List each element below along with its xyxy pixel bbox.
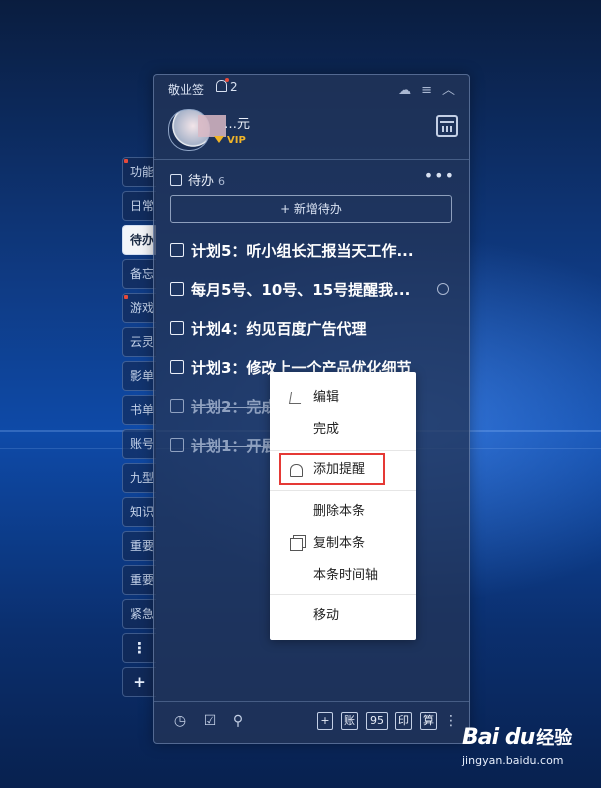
cloud-sync-icon[interactable]: ☁	[398, 83, 411, 98]
todo-item[interactable]: 计划5：听小组长汇报当天工作...	[170, 240, 455, 266]
todo-item[interactable]: 计划4：约见百度广告代理	[170, 318, 455, 344]
todo-item[interactable]: 每月5号、10号、15号提醒我...	[170, 279, 455, 305]
menu-separator	[270, 490, 416, 491]
side-tab[interactable]: 书单	[122, 395, 156, 425]
vip-badge: VIP	[214, 135, 246, 146]
section-count: 6	[218, 175, 226, 188]
side-tab-label: 备忘	[130, 267, 155, 281]
checkbox[interactable]	[170, 282, 184, 296]
side-tab[interactable]: 游戏	[122, 293, 156, 323]
side-tab[interactable]: 日常	[122, 191, 156, 221]
menu-item-timeline[interactable]: 本条时间轴	[270, 562, 416, 590]
menu-separator	[270, 594, 416, 595]
side-tab-label: 待办	[130, 233, 155, 247]
highlight-box	[279, 453, 385, 485]
menu-item-move[interactable]: 移动	[270, 602, 416, 630]
notification-indicator[interactable]: 2	[216, 78, 238, 94]
baidu-jingyan-watermark: Bai du 经验 jingyan.baidu.com	[462, 724, 573, 767]
edit-icon	[288, 392, 304, 404]
checkbox[interactable]	[170, 321, 184, 335]
side-tab-label: 游戏	[130, 301, 155, 315]
side-tab-label: 账号	[130, 437, 155, 451]
unread-dot	[124, 159, 128, 163]
menu-item-copy[interactable]: 复制本条	[270, 530, 416, 558]
checkbox-icon	[170, 174, 182, 186]
side-tab[interactable]: 紧急	[122, 599, 156, 629]
app-name: 敬业签	[168, 83, 205, 97]
more-tabs-button[interactable]: ⋮	[122, 633, 156, 663]
menu-item-complete[interactable]: 完成	[270, 416, 416, 444]
side-tab[interactable]: 重要	[122, 565, 156, 595]
bell-icon	[216, 78, 229, 92]
number-button[interactable]: 95	[366, 712, 388, 730]
clock-icon[interactable]: ◷	[172, 713, 188, 729]
side-tab-label: 影单	[130, 369, 155, 383]
checkbox[interactable]	[170, 243, 184, 257]
side-tab[interactable]: 影单	[122, 361, 156, 391]
add-tab-button[interactable]: +	[122, 667, 156, 697]
todo-text: 计划5：听小组长汇报当天工作...	[191, 242, 414, 260]
notification-count: 2	[230, 80, 238, 94]
add-button[interactable]: +	[317, 712, 333, 730]
side-tab[interactable]: 知识	[122, 497, 156, 527]
todo-text: 每月5号、10号、15号提醒我...	[191, 281, 411, 299]
copy-icon	[290, 538, 303, 551]
user-profile: …元 VIP	[168, 107, 458, 155]
side-tab[interactable]: 重要	[122, 531, 156, 561]
side-tab-label: 紧急	[130, 607, 155, 621]
todo-text: 计划4：约见百度广告代理	[191, 320, 367, 338]
side-tab-label: 书单	[130, 403, 155, 417]
baidu-logo: Bai du	[462, 725, 535, 750]
menu-item-edit[interactable]: 编辑	[270, 384, 416, 412]
blurred-name-mask	[198, 115, 226, 137]
side-tab-bar: 功能 日常 待办 备忘 游戏 云灵 影单 书单 账号 九型 知识 重要 重要 紧急 ⋮ +	[122, 157, 156, 701]
side-tab-label: 知识	[130, 505, 155, 519]
side-tab-label: 九型	[130, 471, 155, 485]
add-todo-button[interactable]: + 新增待办	[170, 195, 452, 223]
calendar-icon[interactable]	[436, 115, 458, 137]
checkbox[interactable]	[170, 360, 184, 374]
side-tab[interactable]: 待办	[122, 225, 156, 255]
title-bar[interactable]: 敬业签 2 ☁ ≡ ︿	[154, 75, 469, 101]
bottom-toolbar: ◷ ☑ ⚲ + 账 95 印 算 ⋮	[154, 705, 469, 741]
section-header: 待办 6 •••	[170, 166, 455, 189]
account-button[interactable]: 账	[341, 712, 358, 730]
reminder-clock-icon	[437, 283, 449, 295]
user-name: …元	[224, 117, 251, 132]
collapse-icon[interactable]: ︿	[442, 83, 455, 98]
todo-text: 计划2：完成	[191, 398, 277, 416]
watermark-url: jingyan.baidu.com	[462, 754, 564, 767]
side-tab[interactable]: 云灵	[122, 327, 156, 357]
section-title: 待办	[188, 174, 215, 189]
side-tab-label: 重要	[130, 573, 155, 587]
menu-icon[interactable]: ≡	[421, 83, 432, 98]
watermark-text: 经验	[536, 728, 573, 749]
checked-checkbox[interactable]	[170, 438, 184, 452]
divider	[154, 701, 469, 702]
checked-checkbox[interactable]	[170, 399, 184, 413]
side-tab[interactable]: 九型	[122, 463, 156, 493]
calculator-button[interactable]: 算	[420, 712, 437, 730]
side-tab-label: 日常	[130, 199, 155, 213]
titlebar-icons: ☁ ≡ ︿	[388, 79, 455, 98]
more-options-button[interactable]: •••	[424, 166, 455, 185]
more-icon[interactable]: ⋮	[444, 713, 458, 729]
side-tab[interactable]: 备忘	[122, 259, 156, 289]
menu-item-delete[interactable]: 删除本条	[270, 498, 416, 526]
side-tab-label: 功能	[130, 165, 155, 179]
side-tab[interactable]: 功能	[122, 157, 156, 187]
divider	[154, 159, 469, 160]
diamond-icon	[214, 136, 224, 143]
checklist-icon[interactable]: ☑	[202, 713, 218, 729]
print-button[interactable]: 印	[395, 712, 412, 730]
context-menu: 编辑 完成 添加提醒 删除本条 复制本条 本条时间轴 移动	[270, 372, 416, 640]
menu-separator	[270, 450, 416, 451]
todo-text: 计划1：开展	[191, 437, 277, 455]
search-icon[interactable]: ⚲	[230, 713, 246, 729]
side-tab[interactable]: 账号	[122, 429, 156, 459]
unread-dot	[124, 295, 128, 299]
side-tab-label: 云灵	[130, 335, 155, 349]
side-tab-label: 重要	[130, 539, 155, 553]
